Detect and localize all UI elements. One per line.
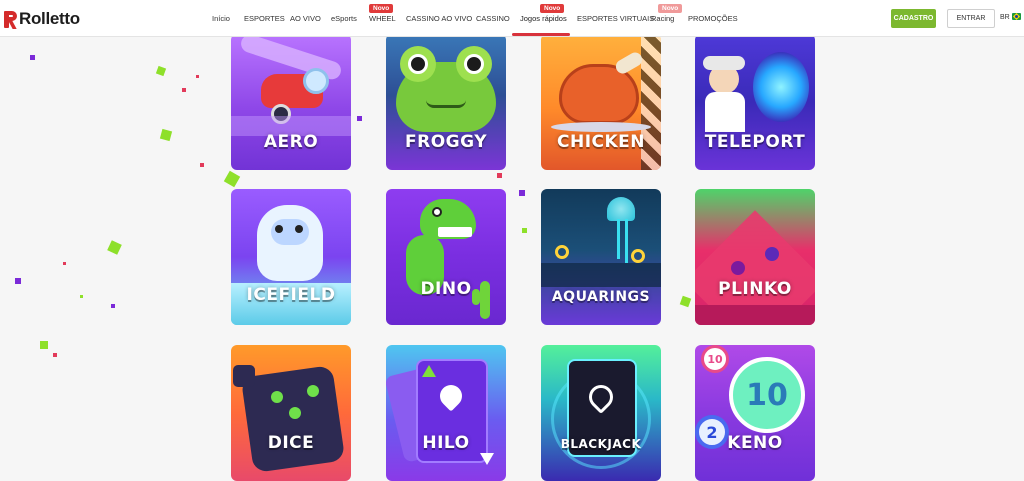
nav-item-esportes[interactable]: ESPORTES — [244, 14, 285, 23]
game-title: KENO — [727, 433, 783, 453]
register-button[interactable]: CADASTRO — [891, 9, 936, 28]
game-title: ICEFIELD — [246, 285, 336, 305]
nav-item-esports[interactable]: eSports — [331, 14, 357, 23]
blackjack-artwork — [541, 345, 661, 481]
game-tile-blackjack[interactable]: BLACKJACK — [541, 345, 661, 481]
game-tile-keno[interactable]: 10 10 2 KENO — [695, 345, 815, 481]
confetti — [159, 128, 173, 142]
logo-text: Rolletto — [19, 9, 80, 28]
nav-item-cassino[interactable]: CASSINO — [476, 14, 510, 23]
confetti — [111, 304, 115, 308]
game-tile-hilo[interactable]: HILO — [386, 345, 506, 481]
confetti — [30, 55, 35, 60]
confetti — [357, 116, 362, 121]
confetti — [200, 163, 204, 167]
game-tile-icefield[interactable]: ICEFIELD — [231, 189, 351, 325]
nav-item-inicio[interactable]: Início — [212, 14, 230, 23]
confetti — [519, 190, 525, 196]
nav-item-ao-vivo[interactable]: AO VIVO — [290, 14, 321, 23]
game-tile-teleport[interactable]: TELEPORT — [695, 34, 815, 170]
top-header: Rolletto Início ESPORTES AO VIVO eSports… — [0, 0, 1024, 37]
game-title: FROGGY — [405, 132, 487, 152]
new-badge: Novo — [658, 4, 683, 13]
nav-item-jogos-rapidos[interactable]: Jogos rápidos — [520, 14, 567, 23]
dice-artwork — [231, 345, 351, 481]
login-button[interactable]: ENTRAR — [947, 9, 995, 28]
game-title: AQUARINGS — [551, 289, 651, 305]
new-badge: Novo — [540, 4, 565, 13]
confetti — [182, 88, 186, 92]
confetti — [63, 262, 66, 265]
nav-item-esportes-virtuais[interactable]: ESPORTES VIRTUAIS — [577, 14, 654, 23]
game-title: DINO — [420, 279, 472, 299]
nav-item-wheel[interactable]: WHEEL — [369, 14, 396, 23]
game-title: CHICKEN — [556, 132, 646, 152]
game-title: DICE — [267, 433, 315, 453]
rolletto-logo[interactable]: Rolletto — [4, 8, 80, 30]
game-title: HILO — [422, 433, 470, 453]
logo-icon — [4, 10, 18, 29]
game-title: PLINKO — [718, 279, 792, 299]
confetti — [223, 170, 241, 188]
nav-item-cassino-ao-vivo[interactable]: CASSINO AO VIVO — [406, 14, 472, 23]
game-tile-aquarings[interactable]: AQUARINGS — [541, 189, 661, 325]
brazil-flag-icon[interactable] — [1012, 13, 1021, 20]
confetti — [497, 173, 502, 178]
plinko-artwork — [695, 189, 815, 325]
game-tile-froggy[interactable]: FROGGY — [386, 34, 506, 170]
confetti — [522, 228, 527, 233]
confetti — [15, 278, 21, 284]
nav-item-promocoes[interactable]: PROMOÇÕES — [688, 14, 738, 23]
game-tile-aero[interactable]: AERO — [231, 34, 351, 170]
game-tile-chicken[interactable]: CHICKEN — [541, 34, 661, 170]
confetti — [80, 295, 83, 298]
nav-item-racing[interactable]: Racing — [651, 14, 674, 23]
confetti — [679, 295, 692, 308]
confetti — [53, 353, 57, 357]
dino-artwork — [386, 189, 506, 325]
language-code[interactable]: BR — [1000, 14, 1010, 21]
active-tab-indicator — [512, 33, 570, 36]
confetti — [40, 341, 48, 349]
confetti — [155, 65, 167, 77]
confetti — [196, 75, 199, 78]
game-tile-dino[interactable]: DINO — [386, 189, 506, 325]
confetti — [107, 240, 122, 255]
game-title: TELEPORT — [704, 132, 806, 152]
new-badge: Novo — [369, 4, 394, 13]
keno-artwork: 10 10 2 — [695, 345, 815, 481]
game-title: BLACKJACK — [560, 437, 642, 451]
game-tile-dice[interactable]: DICE — [231, 345, 351, 481]
game-title: AERO — [263, 132, 319, 152]
hilo-artwork — [386, 345, 506, 481]
game-tile-plinko[interactable]: PLINKO — [695, 189, 815, 325]
